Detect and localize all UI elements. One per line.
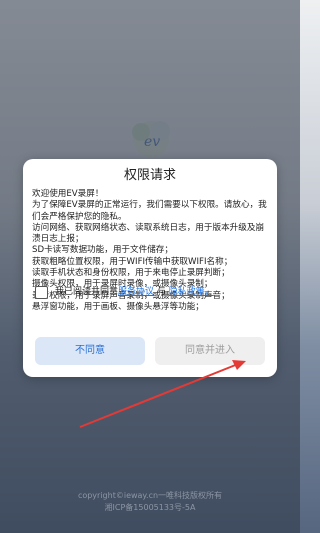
- copyright-text: copyright©ieway.cn一唯科技版权所有: [77, 491, 223, 500]
- icp-text: 湘ICP备15005133号-5A: [104, 503, 196, 512]
- agree-checkbox[interactable]: [35, 286, 48, 299]
- dialog-line: 欢迎使用EV录屏！: [32, 189, 104, 199]
- and-text: 与: [154, 287, 169, 297]
- footer: copyright©ieway.cn一唯科技版权所有 湘ICP备15005133…: [0, 490, 300, 514]
- dialog-line: 读取手机状态和身份权限，用于来电停止录屏判断；: [32, 268, 230, 279]
- agree-enter-button[interactable]: 同意并进入: [155, 337, 265, 365]
- privacy-policy-link[interactable]: 隐私政策。: [169, 287, 214, 297]
- agree-prefix: 我已阅读并同意: [55, 287, 119, 297]
- dialog-line: 为了保障EV录屏的正常运行，我们需要以下权限。请放心，我们会严格保护您的隐私。: [32, 200, 267, 222]
- disagree-button[interactable]: 不同意: [35, 337, 145, 365]
- dialog-line: 访问网络、获取网络状态、读取系统日志，用于版本升级及崩溃日志上报；: [32, 222, 265, 245]
- agree-text: 我已阅读并同意服务协议 与 隐私政策。: [55, 286, 214, 299]
- dialog-line: 悬浮窗功能，用于画板、摄像头悬浮等功能；: [32, 301, 204, 312]
- dialog-line: SD卡读写数据功能，用于文件储存；: [32, 245, 173, 256]
- service-agreement-link[interactable]: 服务协议: [118, 287, 154, 297]
- dialog-title: 权限请求: [123, 168, 176, 183]
- dialog-line: 获取粗略位置权限，用于WIFI传输中获取WIFI名称；: [32, 256, 233, 267]
